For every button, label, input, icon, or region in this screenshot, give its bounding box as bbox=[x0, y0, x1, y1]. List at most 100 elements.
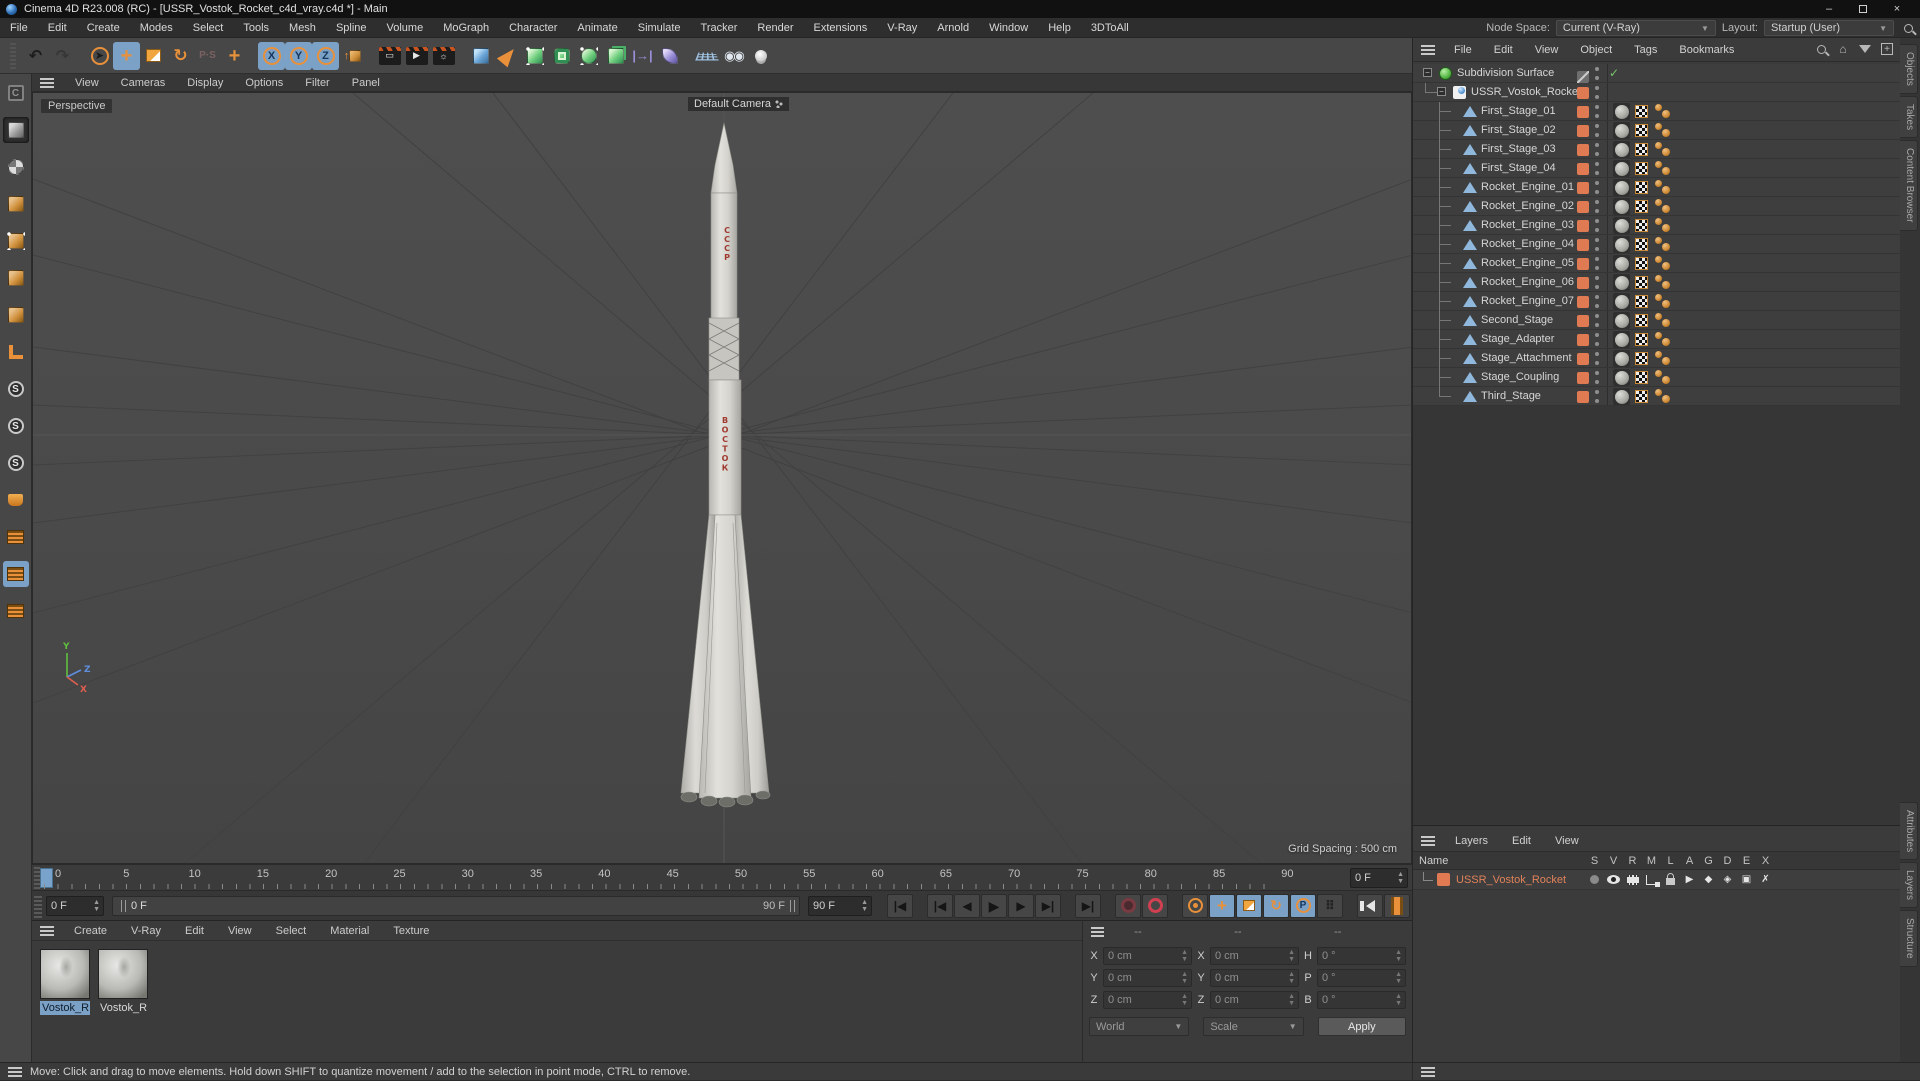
menu-mesh[interactable]: Mesh bbox=[279, 22, 326, 34]
menu-tracker[interactable]: Tracker bbox=[691, 22, 748, 34]
next-key-button[interactable]: ▶| bbox=[1035, 893, 1061, 918]
edges-mode-icon[interactable] bbox=[3, 265, 29, 291]
record-parameter-toggle[interactable]: P bbox=[1290, 893, 1316, 918]
visibility-dots[interactable] bbox=[1595, 105, 1599, 118]
magnet-icon[interactable] bbox=[3, 487, 29, 513]
menu-spline[interactable]: Spline bbox=[326, 22, 377, 34]
material-tag-icon[interactable] bbox=[1613, 388, 1630, 405]
phong-tag-icon[interactable] bbox=[1655, 123, 1671, 138]
layer-color-chip[interactable] bbox=[1577, 125, 1589, 137]
material-menu-icon[interactable] bbox=[40, 925, 54, 936]
viewport-menu-cameras[interactable]: Cameras bbox=[110, 77, 177, 89]
object-manager-menu-edit[interactable]: Edit bbox=[1483, 44, 1524, 56]
uvw-tag-icon[interactable] bbox=[1635, 276, 1648, 289]
menu-edit[interactable]: Edit bbox=[38, 22, 77, 34]
ruler-frame-field[interactable]: 0 F ▲ ▼ bbox=[1350, 868, 1408, 888]
lock-x-icon[interactable]: X bbox=[258, 41, 285, 70]
phong-tag-icon[interactable] bbox=[1655, 332, 1671, 347]
lock-icon[interactable] bbox=[1661, 872, 1680, 888]
solo-icon[interactable] bbox=[1585, 872, 1604, 888]
layer-row-ussr-vostok-rocket[interactable]: USSR_Vostok_Rocket ▶ ◆ ◈ ▣ ✗ bbox=[1413, 870, 1901, 890]
xref-icon[interactable]: ✗ bbox=[1756, 872, 1775, 888]
tree-row-rocket-engine-07[interactable]: Rocket_Engine_07 bbox=[1413, 292, 1901, 311]
material-item[interactable]: Vostok_R bbox=[98, 949, 150, 1015]
view-label[interactable]: Perspective bbox=[41, 99, 113, 113]
visibility-dots[interactable] bbox=[1595, 390, 1599, 403]
snap-auto-icon[interactable]: S bbox=[3, 413, 29, 439]
uvw-tag-icon[interactable] bbox=[1635, 333, 1648, 346]
object-manager-menu-bookmarks[interactable]: Bookmarks bbox=[1668, 44, 1745, 56]
layer-color-chip[interactable] bbox=[1577, 201, 1589, 213]
visibility-dots[interactable] bbox=[1595, 219, 1599, 232]
undo-icon[interactable]: ↶ bbox=[22, 42, 49, 70]
menu-file[interactable]: File bbox=[0, 22, 38, 34]
viewport-menu-icon[interactable] bbox=[40, 77, 54, 88]
coord-field-rotation-h[interactable]: 0 ° ▲ ▼ bbox=[1317, 947, 1406, 965]
material-thumbnail[interactable] bbox=[98, 949, 148, 999]
layer-color-chip[interactable] bbox=[1577, 334, 1589, 346]
visibility-dots[interactable] bbox=[1595, 86, 1599, 99]
texture-mode-icon[interactable] bbox=[3, 154, 29, 180]
enable-snap-icon[interactable] bbox=[2, 561, 29, 587]
panel-tab-attributes[interactable]: Attributes bbox=[1900, 802, 1918, 861]
layer-color-chip[interactable] bbox=[1577, 106, 1589, 118]
material-tag-icon[interactable] bbox=[1613, 293, 1630, 310]
scale-tool-icon[interactable] bbox=[140, 42, 167, 70]
expand-toggle[interactable]: − bbox=[1437, 87, 1446, 96]
menu-mograph[interactable]: MoGraph bbox=[433, 22, 499, 34]
visibility-dots[interactable] bbox=[1595, 333, 1599, 346]
keyframe-selection-button[interactable] bbox=[1182, 893, 1208, 918]
phong-tag-icon[interactable] bbox=[1655, 294, 1671, 309]
material-item[interactable]: Vostok_R bbox=[40, 949, 92, 1015]
layer-color-chip[interactable] bbox=[1577, 163, 1589, 175]
uvw-tag-icon[interactable] bbox=[1635, 181, 1648, 194]
visibility-icon[interactable] bbox=[1604, 872, 1623, 888]
panel-tab-takes[interactable]: Takes bbox=[1900, 95, 1918, 139]
coord-system-dropdown[interactable]: World ▼ bbox=[1089, 1017, 1190, 1036]
coord-field-position-z[interactable]: 0 cm ▲ ▼ bbox=[1103, 991, 1192, 1009]
tree-row-stage-attachment[interactable]: Stage_Attachment bbox=[1413, 349, 1901, 368]
floor-icon[interactable] bbox=[693, 42, 720, 70]
fields-icon[interactable]: |→| bbox=[629, 42, 656, 70]
workplane-snap-icon[interactable] bbox=[3, 598, 29, 624]
visibility-dots[interactable] bbox=[1595, 124, 1599, 137]
phong-tag-icon[interactable] bbox=[1655, 275, 1671, 290]
visibility-dots[interactable] bbox=[1595, 257, 1599, 270]
tree-row-stage-coupling[interactable]: Stage_Coupling bbox=[1413, 368, 1901, 387]
visibility-dots[interactable] bbox=[1595, 200, 1599, 213]
tree-row-rocket-engine-05[interactable]: Rocket_Engine_05 bbox=[1413, 254, 1901, 273]
panel-tab-structure[interactable]: Structure bbox=[1900, 910, 1918, 967]
simulate-icon[interactable] bbox=[656, 42, 683, 70]
quantize-icon[interactable] bbox=[3, 524, 29, 550]
close-button[interactable]: × bbox=[1880, 0, 1914, 18]
material-menu-material[interactable]: Material bbox=[318, 925, 381, 937]
layer-color-chip[interactable] bbox=[1577, 144, 1589, 156]
viewport-menu-options[interactable]: Options bbox=[234, 77, 294, 89]
tree-row-ussr-vostok-rocket[interactable]: − USSR_Vostok_Rocket bbox=[1413, 83, 1901, 102]
expand-toggle[interactable]: − bbox=[1423, 68, 1432, 77]
material-tag-icon[interactable] bbox=[1613, 274, 1630, 291]
menu-render[interactable]: Render bbox=[747, 22, 803, 34]
enabled-check-icon[interactable]: ✓ bbox=[1609, 66, 1619, 80]
apply-button[interactable]: Apply bbox=[1317, 1017, 1406, 1036]
node-space-dropdown[interactable]: Current (V-Ray) ▼ bbox=[1555, 20, 1716, 36]
layer-color-chip[interactable] bbox=[1577, 315, 1589, 327]
menu-create[interactable]: Create bbox=[77, 22, 130, 34]
material-menu-edit[interactable]: Edit bbox=[173, 925, 216, 937]
generators-icon[interactable] bbox=[548, 42, 575, 70]
material-tag-icon[interactable] bbox=[1613, 179, 1630, 196]
uvw-tag-icon[interactable] bbox=[1635, 124, 1648, 137]
home-icon[interactable]: ⌂ bbox=[1835, 41, 1851, 57]
coord-field-size-z[interactable]: 0 cm ▲ ▼ bbox=[1210, 991, 1299, 1009]
material-thumbnail[interactable] bbox=[40, 949, 90, 999]
interface-search-icon[interactable] bbox=[1900, 20, 1916, 36]
tree-row-rocket-engine-04[interactable]: Rocket_Engine_04 bbox=[1413, 235, 1901, 254]
render-view-icon[interactable]: ▭ bbox=[376, 42, 403, 70]
lock-z-icon[interactable]: Z bbox=[312, 41, 339, 70]
timeline-range-slider[interactable]: 0 F 90 F bbox=[112, 895, 800, 916]
phong-tag-icon[interactable] bbox=[1655, 142, 1671, 157]
visibility-dots[interactable] bbox=[1595, 162, 1599, 175]
object-manager-menu-tags[interactable]: Tags bbox=[1623, 44, 1668, 56]
render-settings-icon[interactable]: ☼ bbox=[430, 42, 457, 70]
layer-color-chip[interactable] bbox=[1577, 277, 1589, 289]
